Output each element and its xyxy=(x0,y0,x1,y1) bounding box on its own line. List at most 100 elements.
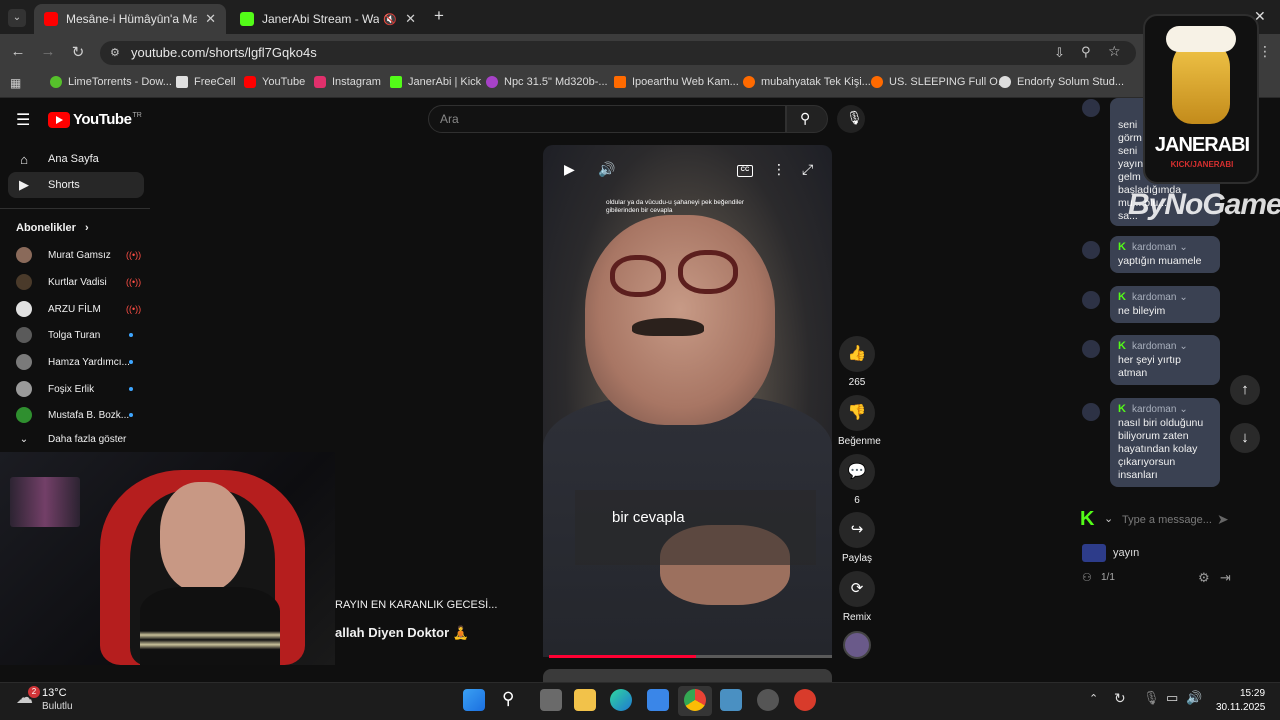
chrome-icon[interactable] xyxy=(684,689,706,711)
windows-taskbar xyxy=(0,682,1280,720)
sidebar-item-home[interactable]: ⌂ Ana Sayfa xyxy=(8,146,144,172)
new-tab-button[interactable]: + xyxy=(434,6,444,26)
close-tab-icon[interactable]: ✕ xyxy=(405,11,416,27)
subscription-item[interactable]: ARZU FİLM ((•)) xyxy=(16,301,141,317)
bookmark-item[interactable]: YouTube xyxy=(244,76,305,88)
subscriptions-heading[interactable]: Abonelikler › xyxy=(16,222,89,234)
bookmark-item[interactable]: Npc 31.5" Md320b-... xyxy=(486,76,608,88)
like-button[interactable]: 👍 265 xyxy=(838,336,876,388)
back-icon[interactable]: ← xyxy=(8,43,28,60)
youtube-logo[interactable]: YouTube TR xyxy=(48,111,142,128)
show-more-button[interactable]: ⌄ Daha fazla göster xyxy=(16,434,136,445)
bookmark-item[interactable]: Endorfy Solum Stud... xyxy=(999,76,1124,88)
progress-track[interactable] xyxy=(696,655,832,658)
app-icon[interactable] xyxy=(720,689,742,711)
search-icon[interactable]: ⚲ xyxy=(502,689,514,709)
settings-icon[interactable]: ⚙ xyxy=(1198,570,1210,586)
search-box[interactable] xyxy=(428,105,786,133)
clock-date[interactable]: 30.11.2025 xyxy=(1216,702,1265,713)
captions-icon[interactable]: CC xyxy=(737,165,753,177)
chat-username[interactable]: Kkardoman ⌄ xyxy=(1118,403,1212,415)
site-info-icon[interactable]: ⚙ xyxy=(110,46,120,59)
channel-name: Murat Gamsız xyxy=(48,249,111,261)
comments-button[interactable]: 💬 6 xyxy=(838,454,876,506)
store-icon[interactable] xyxy=(647,689,669,711)
app-icon[interactable] xyxy=(794,689,816,711)
volume-icon[interactable]: 🔊 xyxy=(1186,690,1202,706)
bookmark-star-icon[interactable]: ☆ xyxy=(1108,43,1121,60)
subscription-item[interactable]: Foşix Erlik xyxy=(16,381,136,397)
subscription-item[interactable]: Mustafa B. Bozk... xyxy=(16,407,136,423)
chat-input[interactable]: Type a message... xyxy=(1122,514,1212,526)
reload-icon[interactable]: ↻ xyxy=(68,43,88,61)
tab-title: Mesâne-i Hümâyûn'a Maşallah xyxy=(66,12,198,26)
search-button[interactable]: ⚲ xyxy=(786,105,828,133)
subscription-item[interactable]: Tolga Turan xyxy=(16,327,136,343)
bookmark-item[interactable]: mubahyatak Tek Kişi... xyxy=(743,76,871,88)
subscription-item[interactable]: Hamza Yardımcı... xyxy=(16,354,136,370)
channel-avatar[interactable] xyxy=(843,631,871,659)
close-tab-icon[interactable]: ✕ xyxy=(205,11,216,27)
url-text[interactable]: youtube.com/shorts/lgfl7Gqko4s xyxy=(131,45,317,60)
avatar xyxy=(16,354,32,370)
remix-button[interactable]: ⟳ Remix xyxy=(838,571,876,623)
endorfy-icon xyxy=(999,76,1011,88)
bookmark-item[interactable]: JanerAbi | Kick xyxy=(390,76,481,88)
bookmark-item[interactable]: LimeTorrents - Dow... xyxy=(50,76,172,88)
sidebar-item-shorts[interactable]: ▶ Shorts xyxy=(8,172,144,198)
subscription-item[interactable]: Murat Gamsız ((•)) xyxy=(16,247,141,263)
chat-username[interactable]: Kkardoman ⌄ xyxy=(1118,340,1212,352)
subscription-item[interactable]: Kurtlar Vadisi ((•)) xyxy=(16,274,141,290)
search-input[interactable]: Ara xyxy=(440,112,459,126)
streamer-face-image xyxy=(160,482,245,592)
bookmark-item[interactable]: FreeCell xyxy=(176,76,236,88)
tab-kick[interactable]: JanerAbi Stream - Watch Li 🔇 ✕ xyxy=(230,4,426,34)
weather-temp[interactable]: 13°C xyxy=(42,687,67,699)
task-view-icon[interactable] xyxy=(540,689,562,711)
share-button[interactable]: ↪ Paylaş xyxy=(838,512,876,564)
muted-icon[interactable]: 🔇 xyxy=(383,13,397,26)
zoom-icon[interactable]: ⚲ xyxy=(1081,44,1091,60)
channel-name: ARZU FİLM xyxy=(48,303,101,315)
tab-search-button[interactable]: ⌄ xyxy=(8,9,26,27)
popout-icon[interactable]: ⇥ xyxy=(1220,570,1231,586)
chevron-down-icon[interactable]: ⌄ xyxy=(1104,512,1113,525)
recorder-icon[interactable] xyxy=(757,689,779,711)
more-options-icon[interactable]: ⋮ xyxy=(772,161,786,178)
fullscreen-icon[interactable]: ⤢ xyxy=(802,161,813,178)
chat-username[interactable]: Kkardoman ⌄ xyxy=(1118,241,1212,253)
yayin-label[interactable]: yayın xyxy=(1113,547,1139,559)
progress-bar[interactable] xyxy=(549,655,697,658)
tray-chevron-icon[interactable]: ⌃ xyxy=(1089,692,1098,705)
network-icon[interactable]: ▭ xyxy=(1166,690,1178,706)
comment-icon: 💬 xyxy=(839,454,875,490)
bookmark-item[interactable]: Ipoearthu Web Kam... xyxy=(614,76,739,88)
menu-dots-icon[interactable]: ⋮ xyxy=(1258,43,1272,60)
voice-search-button[interactable]: 🎙 xyxy=(837,105,865,133)
tab-youtube[interactable]: Mesâne-i Hümâyûn'a Maşallah ✕ xyxy=(34,4,226,34)
edge-icon[interactable] xyxy=(610,689,632,711)
apps-grid-icon[interactable]: ▦ xyxy=(10,76,21,90)
clock-time[interactable]: 15:29 xyxy=(1240,688,1265,699)
sync-icon[interactable]: ↻ xyxy=(1114,690,1126,707)
install-icon[interactable]: ⇩ xyxy=(1054,45,1065,61)
hamburger-menu-icon[interactable]: ☰ xyxy=(16,110,30,130)
file-explorer-icon[interactable] xyxy=(574,689,596,711)
bookmarks-bar: ▦ LimeTorrents - Dow... FreeCell YouTube… xyxy=(0,70,1280,98)
scroll-down-button[interactable]: ↓ xyxy=(1230,423,1260,453)
forward-icon[interactable]: → xyxy=(38,43,58,60)
send-icon[interactable]: ➤ xyxy=(1217,511,1229,528)
next-video-preview[interactable] xyxy=(543,669,832,682)
bookmark-item[interactable]: Instagram xyxy=(314,76,381,88)
play-icon[interactable]: ▶ xyxy=(564,161,575,178)
microphone-icon[interactable]: 🎙 xyxy=(1143,690,1160,706)
dislike-button[interactable]: 👎 Beğenme xyxy=(838,395,881,447)
kick-logo-icon[interactable]: K xyxy=(1080,508,1094,531)
chat-username[interactable]: Kkardoman ⌄ xyxy=(1118,291,1212,303)
volume-icon[interactable]: 🔊 xyxy=(598,161,615,178)
shorts-title-line2[interactable]: allah Diyen Doktor 🧘 xyxy=(335,625,469,641)
start-icon[interactable] xyxy=(463,689,485,711)
scroll-up-button[interactable]: ↑ xyxy=(1230,375,1260,405)
shorts-title-line1[interactable]: RAYIN EN KARANLIK GECESİ... xyxy=(335,599,497,611)
bookmark-item[interactable]: US. SLEEPING Full O... xyxy=(871,76,1007,88)
